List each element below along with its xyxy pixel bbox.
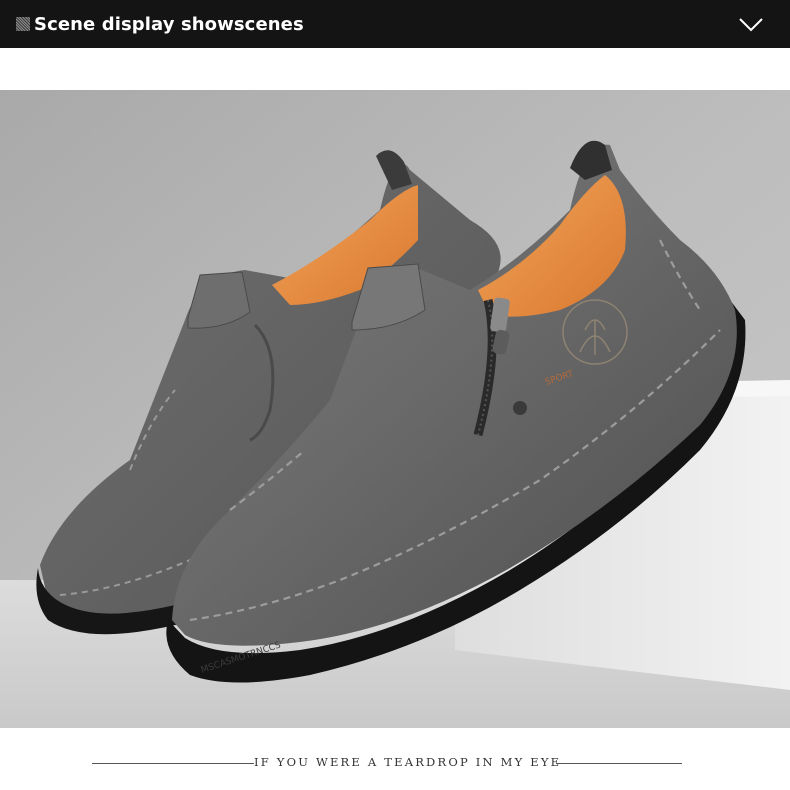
tagline-divider-left (92, 763, 254, 764)
section-title: Scene display showscenes (34, 13, 304, 35)
section-marker-icon (16, 17, 30, 31)
product-scene-image: SPORT MSCASMOTRNCCS (0, 90, 790, 728)
loafer-illustration: SPORT MSCASMOTRNCCS (0, 90, 790, 728)
chevron-down-icon[interactable] (738, 14, 764, 34)
tagline-text: IF YOU WERE A TEARDROP IN MY EYE (254, 755, 562, 769)
tagline-divider-right (556, 763, 682, 764)
tagline: IF YOU WERE A TEARDROP IN MY EYE (0, 752, 790, 774)
product-detail-page: Scene display showscenes SPORT MSCASMOTR… (0, 0, 790, 790)
section-header[interactable]: Scene display showscenes (0, 0, 790, 48)
